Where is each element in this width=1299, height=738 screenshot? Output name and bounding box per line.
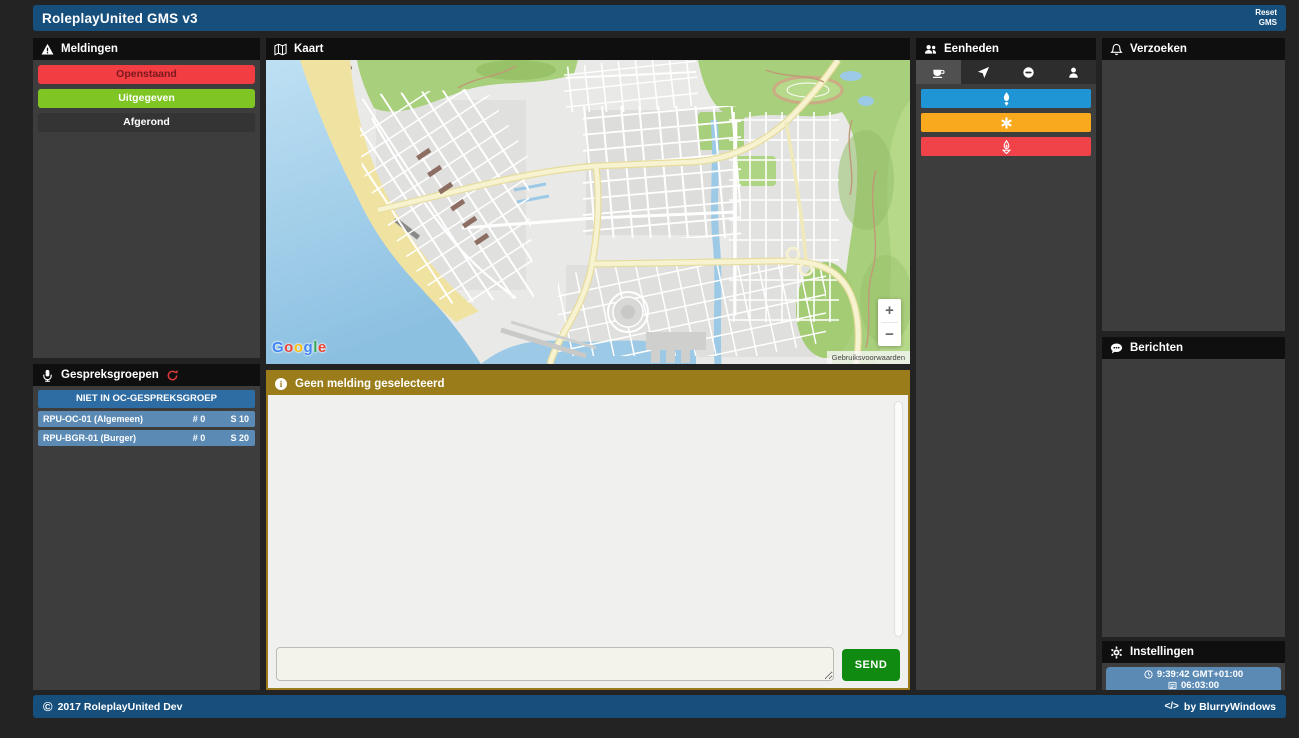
- info-icon: i: [275, 377, 287, 390]
- filter-afgerond-button[interactable]: Afgerond: [38, 113, 255, 132]
- melding-detail-panel: i Geen melding geselecteerd SEND: [266, 370, 910, 690]
- reset-gms-button[interactable]: Reset GMS: [1243, 8, 1277, 27]
- google-letter: o: [293, 339, 304, 356]
- brandweer-logo-icon: [1001, 139, 1011, 154]
- filter-openstaand-button[interactable]: Openstaand: [38, 65, 255, 84]
- talkgroup-name: RPU-BGR-01 (Burger): [43, 433, 137, 443]
- time-display: 9:39:42 GMT+01:00 06:03:00: [1106, 667, 1281, 690]
- users-icon: [924, 43, 937, 56]
- melding-detail-title: Geen melding geselecteerd: [295, 377, 445, 390]
- map-canvas[interactable]: Google Gebruiksvoorwaarden + −: [266, 60, 910, 364]
- kaart-header: Kaart: [266, 38, 910, 60]
- bell-icon: [1110, 43, 1123, 56]
- comment-icon: [1110, 342, 1123, 355]
- talkgroup-slot: S 10: [230, 414, 249, 424]
- tab-status-unavailable[interactable]: [1006, 60, 1051, 84]
- meldingen-panel: Meldingen Openstaand Uitgegeven Afgerond: [33, 38, 260, 358]
- google-letter: o: [284, 339, 294, 356]
- message-log-scrollbar[interactable]: [894, 401, 903, 637]
- unit-status-tabs: [916, 60, 1096, 84]
- eenheden-header: Eenheden: [916, 38, 1096, 60]
- talkgroup-row[interactable]: RPU-BGR-01 (Burger) # 0 S 20: [38, 430, 255, 446]
- app-title: RoleplayUnited GMS v3: [42, 10, 198, 26]
- melding-detail-header: i Geen melding geselecteerd: [268, 372, 908, 395]
- eenheden-panel: Eenheden: [916, 38, 1096, 690]
- instellingen-body: 9:39:42 GMT+01:00 06:03:00: [1102, 663, 1285, 690]
- code-icon: </>: [1164, 701, 1179, 712]
- game-time-label: 06:03:00: [1180, 680, 1220, 690]
- talkgroup-count: # 0: [192, 414, 206, 424]
- verzoeken-title: Verzoeken: [1130, 43, 1187, 55]
- microphone-icon: [41, 369, 54, 382]
- gespreksgroepen-header: Gespreksgroepen: [33, 364, 260, 386]
- star-of-life-icon: [1000, 116, 1012, 129]
- berichten-title: Berichten: [1130, 342, 1184, 354]
- map-terms-link[interactable]: Gebruiksvoorwaarden: [826, 351, 910, 364]
- user-icon: [1069, 67, 1078, 78]
- zoom-in-button[interactable]: +: [878, 299, 901, 322]
- coffee-icon: [932, 69, 945, 78]
- credit-text: by BlurryWindows: [1183, 700, 1276, 713]
- eenheden-body: [916, 60, 1096, 690]
- send-button[interactable]: SEND: [842, 649, 900, 681]
- tab-status-pause[interactable]: [916, 60, 961, 84]
- gespreksgroepen-body: NIET IN OC-GESPREKSGROEP RPU-OC-01 (Alge…: [33, 386, 260, 690]
- gear-icon: [1110, 646, 1123, 659]
- tab-status-busy[interactable]: [1051, 60, 1096, 84]
- top-bar: RoleplayUnited GMS v3 Reset GMS: [33, 5, 1286, 31]
- unit-group-ambulance[interactable]: [921, 113, 1091, 132]
- meldingen-body: Openstaand Uitgegeven Afgerond: [33, 60, 260, 358]
- message-input-row: SEND: [268, 641, 908, 688]
- unit-group-politie[interactable]: [921, 89, 1091, 108]
- location-arrow-icon: [977, 66, 990, 78]
- google-letter: g: [303, 339, 314, 356]
- ban-icon: [1023, 66, 1034, 78]
- talkgroup-slot: S 20: [230, 433, 249, 443]
- gms-app: { "header": { "title": "RoleplayUnited G…: [0, 0, 1299, 738]
- unit-group-brandweer[interactable]: [921, 137, 1091, 156]
- google-logo[interactable]: Google: [272, 339, 327, 356]
- berichten-header: Berichten: [1102, 337, 1285, 359]
- politie-logo-icon: [1003, 91, 1009, 106]
- google-letter: G: [272, 339, 285, 356]
- instellingen-panel: Instellingen 9:39:42 GMT+01:00 06:03:00: [1102, 641, 1285, 690]
- verzoeken-body: [1102, 60, 1285, 331]
- meldingen-header: Meldingen: [33, 38, 260, 60]
- kaart-title: Kaart: [294, 43, 324, 55]
- real-time-label: 9:39:42 GMT+01:00: [1156, 669, 1244, 680]
- verzoeken-panel: Verzoeken: [1102, 38, 1285, 331]
- kaart-panel: Kaart Google Gebruiksvoorwaarden + −: [266, 38, 910, 364]
- talkgroup-row[interactable]: RPU-OC-01 (Algemeen) # 0 S 10: [38, 411, 255, 427]
- berichten-panel: Berichten: [1102, 337, 1285, 637]
- message-input[interactable]: [276, 647, 834, 681]
- instellingen-header: Instellingen: [1102, 641, 1285, 663]
- copyright-text: 2017 RoleplayUnited Dev: [57, 700, 183, 713]
- google-letter: e: [317, 339, 327, 356]
- schedule-icon: [1168, 681, 1177, 690]
- filter-uitgegeven-button[interactable]: Uitgegeven: [38, 89, 255, 108]
- meldingen-title: Meldingen: [61, 43, 118, 55]
- berichten-body: [1102, 359, 1285, 637]
- gespreksgroepen-panel: Gespreksgroepen NIET IN OC-GESPREKSGROEP…: [33, 364, 260, 690]
- clock-icon: [1144, 670, 1153, 679]
- talkgroup-section-header: NIET IN OC-GESPREKSGROEP: [38, 390, 255, 408]
- gespreksgroepen-title: Gespreksgroepen: [61, 369, 159, 381]
- copyright-icon: ©: [43, 699, 53, 714]
- talkgroup-count: # 0: [192, 433, 206, 443]
- instellingen-title: Instellingen: [1130, 646, 1194, 658]
- message-log: [268, 395, 908, 641]
- map-icon: [274, 43, 287, 56]
- warning-icon: [41, 43, 54, 56]
- map-zoom-control: + −: [878, 299, 901, 346]
- talkgroup-name: RPU-OC-01 (Algemeen): [43, 414, 144, 424]
- tab-status-enroute[interactable]: [961, 60, 1006, 84]
- footer-bar: © 2017 RoleplayUnited Dev </> by BlurryW…: [33, 695, 1286, 718]
- eenheden-title: Eenheden: [944, 43, 999, 55]
- radio-disconnected-icon[interactable]: [166, 369, 179, 382]
- verzoeken-header: Verzoeken: [1102, 38, 1285, 60]
- city-map-graphic: [266, 60, 910, 364]
- zoom-out-button[interactable]: −: [878, 323, 901, 346]
